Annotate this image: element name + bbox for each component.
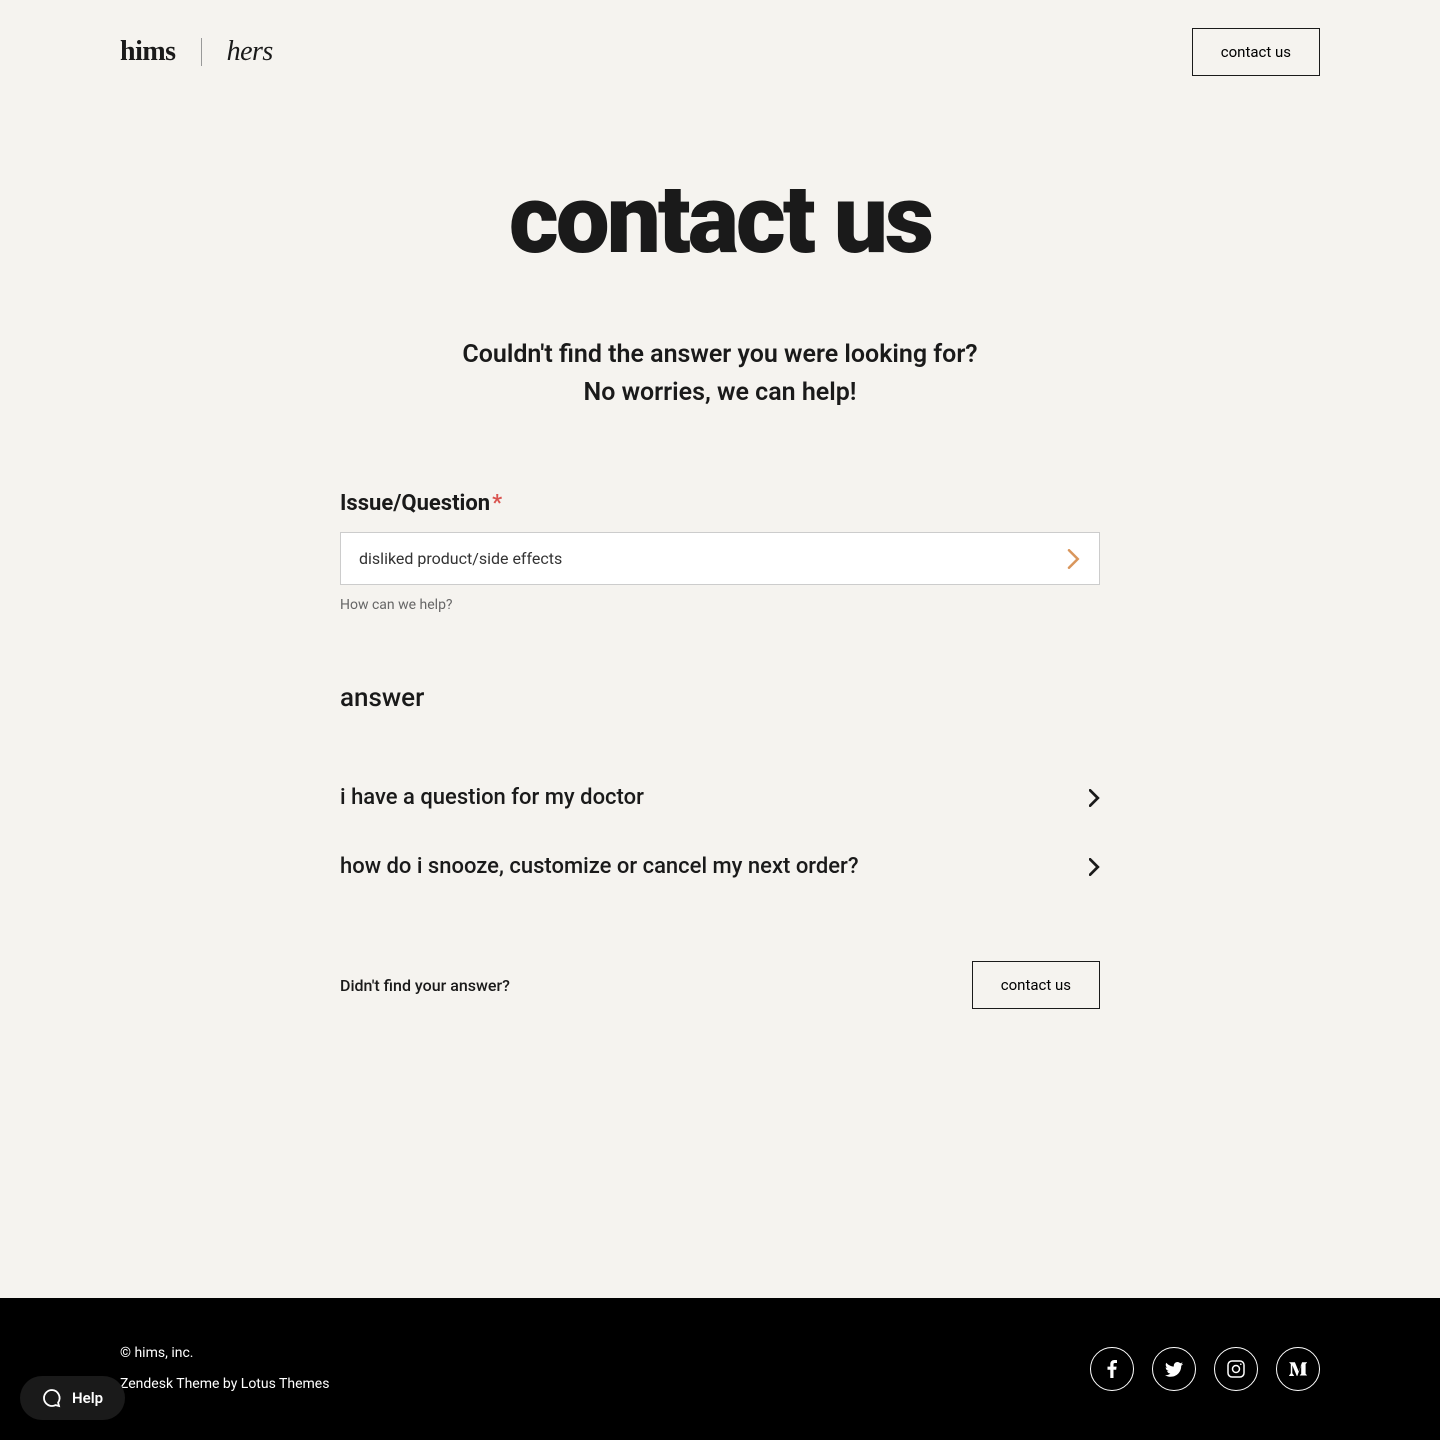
contact-us-footer-button[interactable]: contact us: [972, 961, 1100, 1009]
chevron-right-icon: [1089, 858, 1100, 876]
select-value: disliked product/side effects: [359, 549, 562, 568]
social-icons: [1090, 1347, 1320, 1391]
copyright: © hims, inc.: [120, 1338, 329, 1369]
help-widget-label: Help: [72, 1389, 103, 1407]
accordion-label: how do i snooze, customize or cancel my …: [340, 854, 859, 879]
hero-subtitle-line2: No worries, we can help!: [584, 378, 857, 407]
required-star-icon: *: [492, 491, 502, 516]
header: hims hers contact us: [0, 0, 1440, 104]
accordion-item-snooze-order[interactable]: how do i snooze, customize or cancel my …: [340, 832, 1100, 901]
accordion-item-doctor-question[interactable]: i have a question for my doctor: [340, 763, 1100, 832]
hero-subtitle: Couldn't find the answer you were lookin…: [0, 336, 1440, 411]
logo-hims: hims: [120, 36, 176, 68]
answer-title: answer: [340, 683, 1100, 713]
answer-footer-text: Didn't find your answer?: [340, 976, 510, 995]
form-section: Issue/Question * disliked product/side e…: [320, 491, 1120, 1089]
hero-section: contact us Couldn't find the answer you …: [0, 104, 1440, 491]
chevron-right-icon: [1067, 549, 1081, 569]
logo-group[interactable]: hims hers: [120, 36, 273, 68]
issue-question-select[interactable]: disliked product/side effects: [340, 532, 1100, 585]
footer: © hims, inc. Zendesk Theme by Lotus Them…: [0, 1298, 1440, 1440]
hero-subtitle-line1: Couldn't find the answer you were lookin…: [462, 340, 977, 369]
answer-footer: Didn't find your answer? contact us: [340, 961, 1100, 1009]
theme-credit[interactable]: Zendesk Theme by Lotus Themes: [120, 1369, 329, 1400]
help-widget-button[interactable]: Help: [20, 1376, 125, 1420]
chat-icon: [42, 1388, 62, 1408]
footer-text: © hims, inc. Zendesk Theme by Lotus Them…: [120, 1338, 329, 1400]
chevron-right-icon: [1089, 789, 1100, 807]
logo-hers: hers: [227, 36, 273, 68]
instagram-icon[interactable]: [1214, 1347, 1258, 1391]
medium-icon[interactable]: [1276, 1347, 1320, 1391]
contact-us-header-button[interactable]: contact us: [1192, 28, 1320, 76]
logo-divider: [201, 38, 202, 66]
issue-question-label: Issue/Question *: [340, 491, 1100, 516]
page-title: contact us: [0, 164, 1440, 276]
accordion-label: i have a question for my doctor: [340, 785, 644, 810]
helper-text: How can we help?: [340, 597, 1100, 613]
twitter-icon[interactable]: [1152, 1347, 1196, 1391]
facebook-icon[interactable]: [1090, 1347, 1134, 1391]
